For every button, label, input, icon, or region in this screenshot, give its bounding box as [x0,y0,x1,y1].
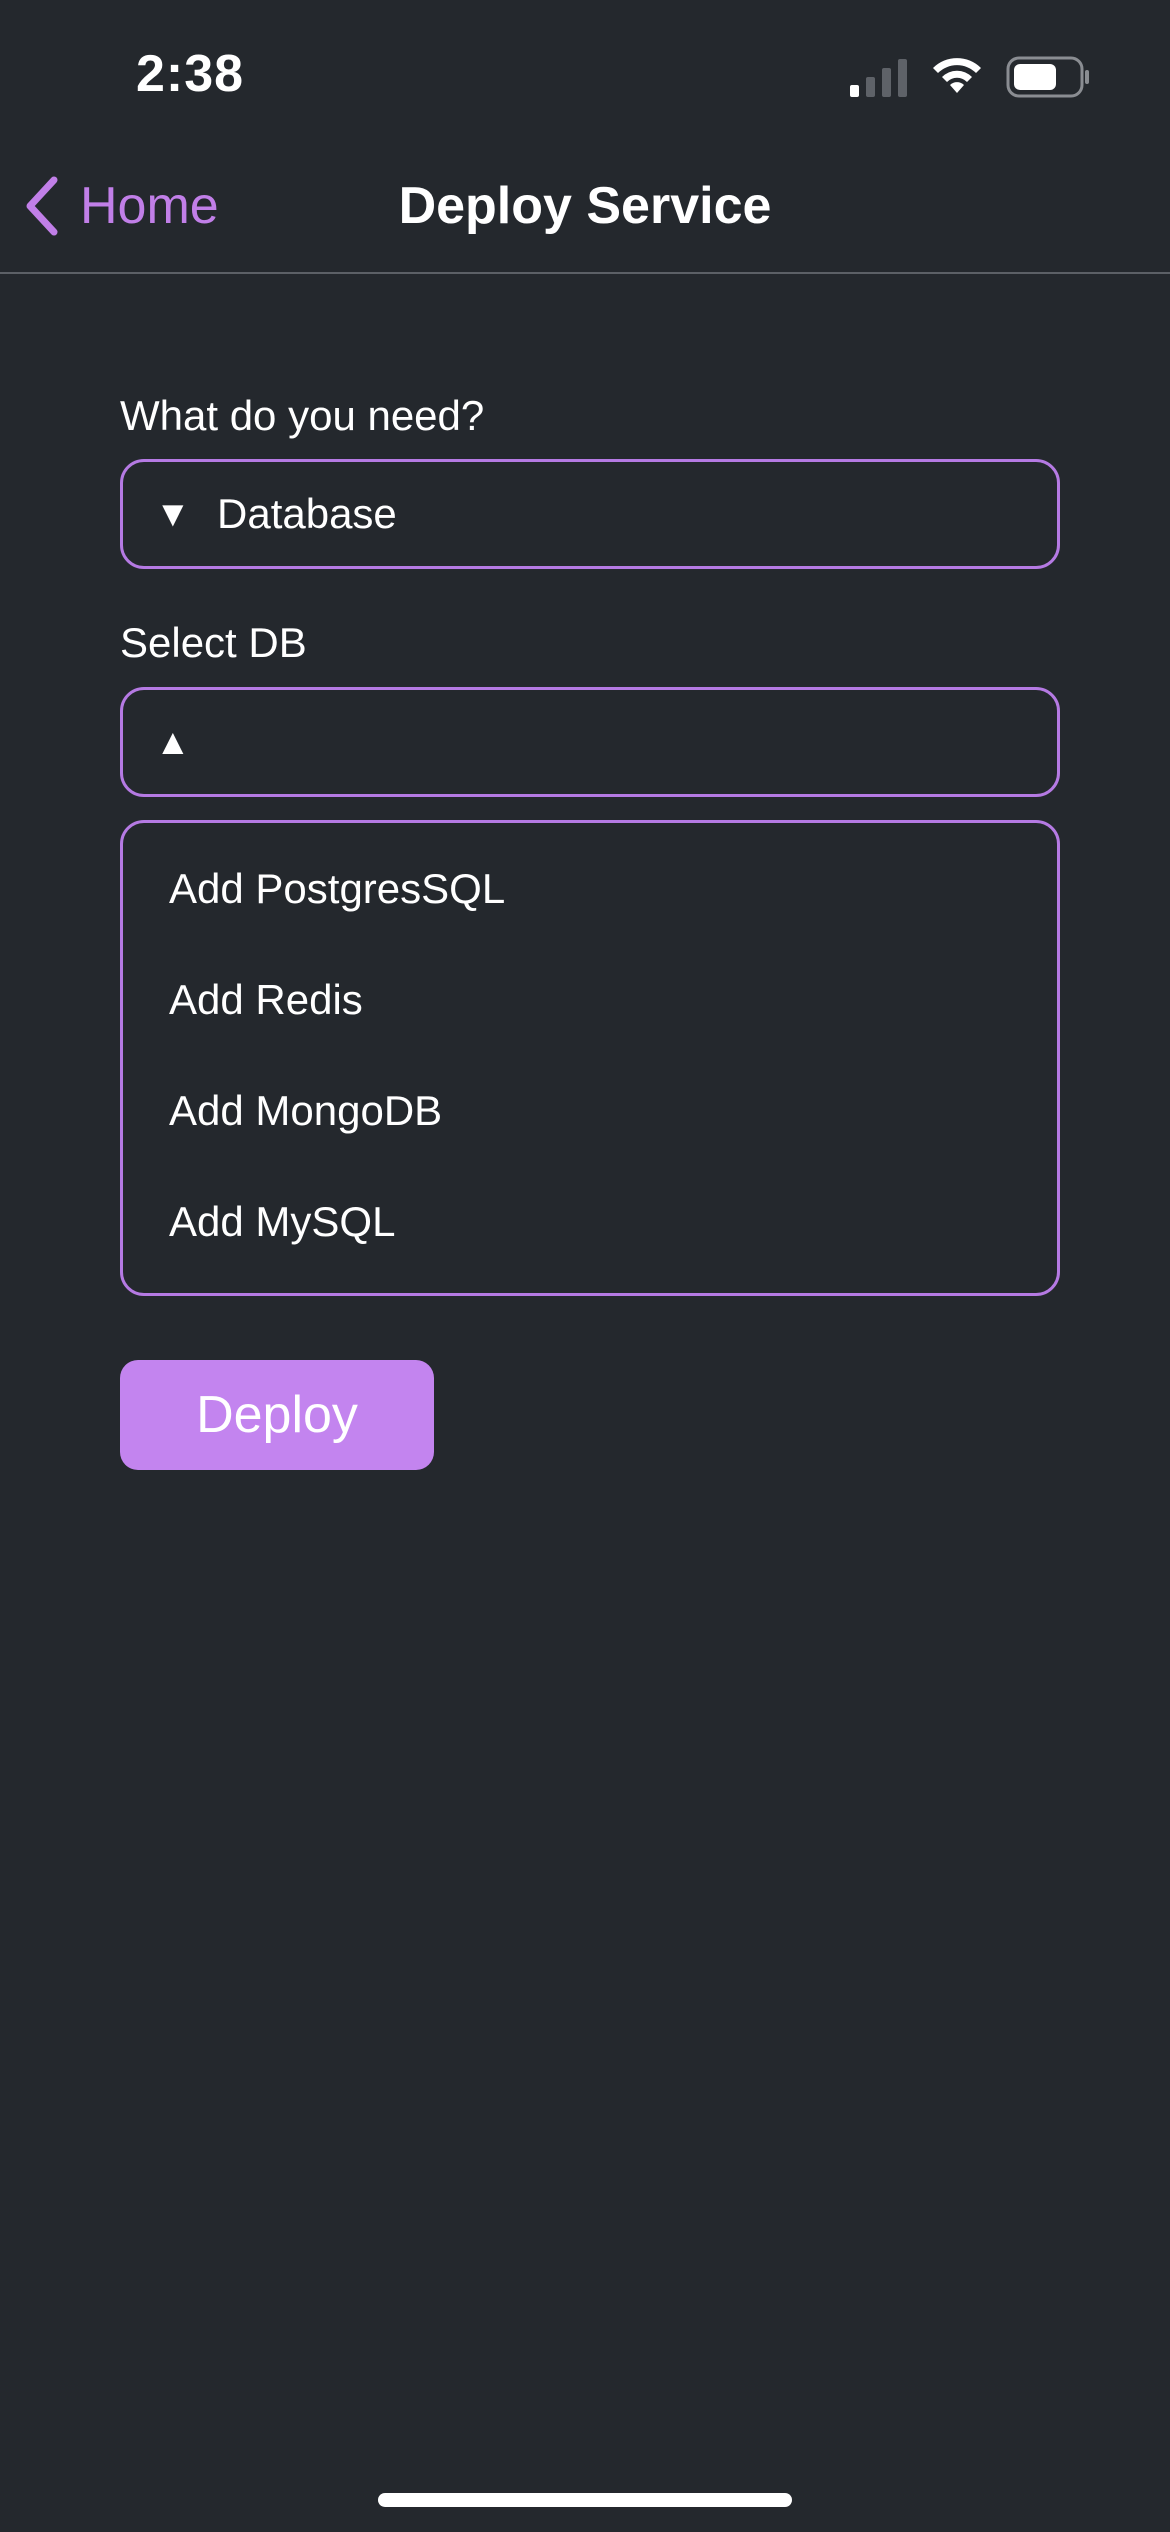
battery-icon [1006,56,1089,98]
db-option-mysql[interactable]: Add MySQL [169,1198,395,1246]
navigation-bar: Home Deploy Service [0,150,1170,274]
status-icons [848,56,1090,98]
page-title: Deploy Service [398,177,772,235]
service-type-select[interactable]: ▼ Database [120,459,1060,569]
service-type-label: What do you need? [120,392,485,439]
select-db-label: Select DB [120,619,307,666]
db-option-mongodb[interactable]: Add MongoDB [169,1087,442,1135]
status-time: 2:38 [136,45,245,103]
cellular-signal-icon [850,59,907,97]
dropdown-arrow-down-icon: ▼ [155,493,191,534]
db-options-dropdown: Add PostgresSQL Add Redis Add MongoDB Ad… [120,820,1060,1296]
db-select[interactable]: ▲ [120,687,1060,797]
deploy-button[interactable]: Deploy [120,1360,434,1470]
deploy-service-screen: 2:38 Home Deploy Service What do you nee… [0,0,1170,2532]
db-option-postgresql[interactable]: Add PostgresSQL [169,865,505,913]
service-type-value: Database [217,490,397,537]
wifi-icon [933,58,981,93]
dropdown-arrow-up-icon: ▲ [155,721,191,762]
db-option-redis[interactable]: Add Redis [169,976,363,1024]
home-indicator[interactable] [378,2493,792,2507]
